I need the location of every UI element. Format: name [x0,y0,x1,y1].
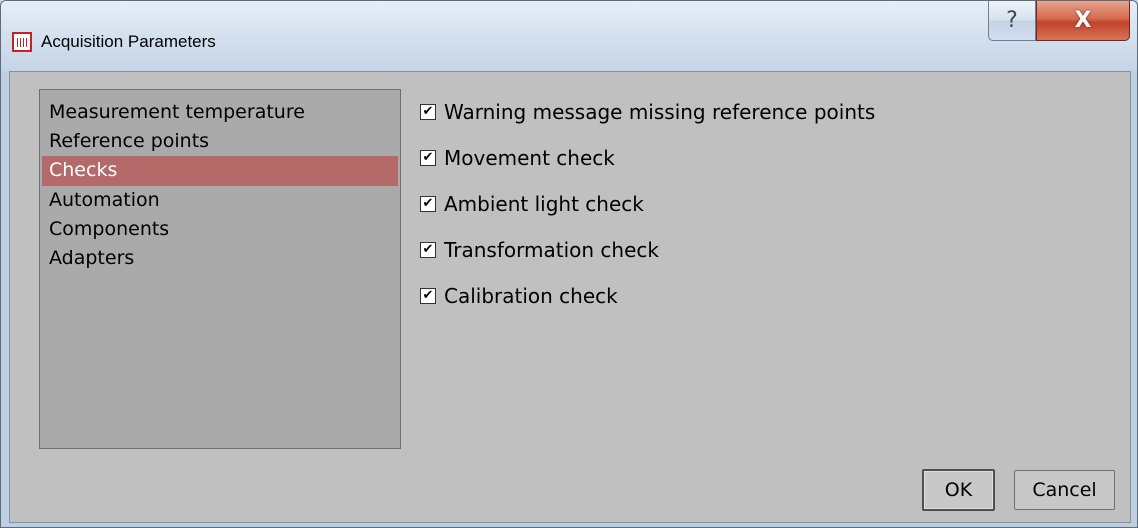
category-item-checks[interactable]: Checks [42,156,398,186]
category-item-measurement-temperature[interactable]: Measurement temperature [40,98,400,127]
check-label: Transformation check [444,238,659,262]
check-label: Warning message missing reference points [444,100,876,124]
ok-button[interactable]: OK [922,469,995,511]
help-button[interactable]: ? [988,1,1036,41]
help-icon: ? [1006,8,1018,33]
category-item-components[interactable]: Components [40,215,400,244]
title-bar[interactable]: Acquisition Parameters ? X [1,1,1137,71]
checkbox[interactable]: ✔ [420,288,436,304]
cancel-button[interactable]: Cancel [1014,470,1115,510]
category-item-reference-points[interactable]: Reference points [40,127,400,156]
check-label: Movement check [444,146,615,170]
dialog-window: Acquisition Parameters ? X Measurement t… [0,0,1138,528]
checkbox[interactable]: ✔ [420,104,436,120]
checkbox[interactable]: ✔ [420,242,436,258]
check-label: Calibration check [444,284,618,308]
close-icon: X [1074,8,1092,33]
check-row-transformation[interactable]: ✔ Transformation check [420,238,659,262]
category-item-adapters[interactable]: Adapters [40,244,400,273]
window-title: Acquisition Parameters [41,32,216,51]
check-row-ambient-light[interactable]: ✔ Ambient light check [420,192,644,216]
category-item-automation[interactable]: Automation [40,186,400,215]
check-row-movement[interactable]: ✔ Movement check [420,146,615,170]
close-button[interactable]: X [1036,1,1130,41]
check-label: Ambient light check [444,192,644,216]
thermal-camera-icon [12,32,32,52]
category-list[interactable]: Measurement temperature Reference points… [39,89,401,449]
dialog-content: Measurement temperature Reference points… [9,71,1131,523]
check-row-calibration[interactable]: ✔ Calibration check [420,284,618,308]
check-row-warning-missing-reference-points[interactable]: ✔ Warning message missing reference poin… [420,100,875,124]
checkbox[interactable]: ✔ [420,196,436,212]
checkbox[interactable]: ✔ [420,150,436,166]
